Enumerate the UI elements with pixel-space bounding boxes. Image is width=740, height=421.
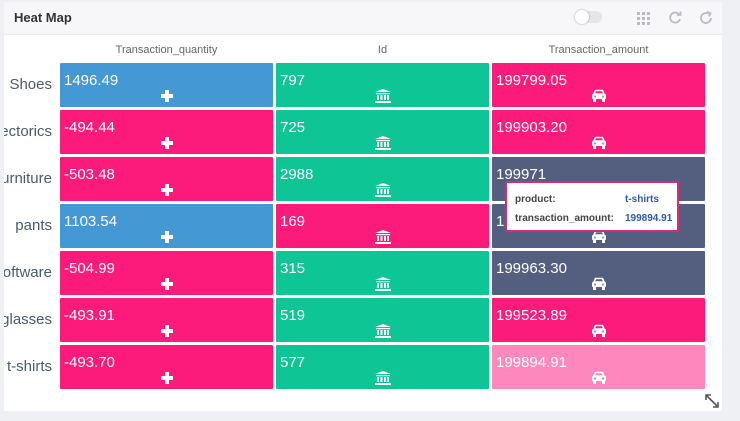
bank-icon <box>374 183 391 197</box>
tooltip: product: t-shirts transaction_amount: 19… <box>505 181 679 232</box>
resize-handle-icon[interactable] <box>704 393 720 409</box>
heatmap-cell[interactable]: 1103.54 <box>60 204 273 248</box>
column-header-quantity: Transaction_quantity <box>115 44 218 56</box>
plus-icon <box>159 371 175 385</box>
heatmap-cell[interactable]: 725 <box>276 110 489 154</box>
row-label: Shoes <box>4 76 52 93</box>
row-label: pants <box>4 217 52 234</box>
cell-value: 2988 <box>280 166 314 183</box>
car-icon <box>591 277 607 291</box>
cell-value: 315 <box>280 260 306 277</box>
cell-value: 199799.05 <box>496 72 567 89</box>
cell-value: 169 <box>280 213 306 230</box>
column-header-id: Id <box>377 44 388 56</box>
heatmap-cell[interactable]: 1496.49 <box>60 63 273 107</box>
panel-header: Heat Map <box>4 2 722 35</box>
toggle-knob <box>575 10 589 24</box>
heatmap-cell[interactable]: 199799.05 <box>492 63 705 107</box>
heatmap-cell[interactable]: 797 <box>276 63 489 107</box>
row-label: t-shirts <box>4 358 52 375</box>
heatmap-cell[interactable]: 199903.20 <box>492 110 705 154</box>
car-icon <box>591 89 607 103</box>
plus-icon <box>159 324 175 338</box>
cell-value: -504.99 <box>64 260 115 277</box>
heatmap-cell[interactable]: -503.48 <box>60 157 273 201</box>
toggle-switch[interactable] <box>575 10 602 24</box>
cell-value: 1496.49 <box>64 72 119 89</box>
cell-value: 725 <box>280 119 306 136</box>
grid-icon[interactable] <box>632 7 654 29</box>
row-label-text: Furniture <box>4 170 52 187</box>
row-label-text: glasses <box>4 311 52 328</box>
heatmap-cell[interactable]: 577 <box>276 345 489 389</box>
row-label-text: Shoes <box>9 76 52 93</box>
bank-icon <box>374 136 391 150</box>
heatmap-cell[interactable]: -494.44 <box>60 110 273 154</box>
cell-value: -503.48 <box>64 166 115 183</box>
tooltip-amount-key: transaction_amount: <box>515 213 614 224</box>
cell-value: -493.91 <box>64 307 115 324</box>
tooltip-product-value: t-shirts <box>625 194 659 205</box>
heatmap-cell[interactable]: 519 <box>276 298 489 342</box>
car-icon <box>591 371 607 385</box>
bank-icon <box>374 324 391 338</box>
cell-value: 519 <box>280 307 306 324</box>
heatmap-cell[interactable]: 169 <box>276 204 489 248</box>
heatmap-cell[interactable]: 199894.91 <box>492 345 705 389</box>
tooltip-product-key: product: <box>515 194 556 205</box>
panel-title: Heat Map <box>14 10 72 25</box>
row-label-text: Electorics <box>4 123 52 140</box>
cell-value: 199523.89 <box>496 307 567 324</box>
cell-value: -493.70 <box>64 354 115 371</box>
row-label-text: pants <box>15 217 52 234</box>
plus-icon <box>159 230 175 244</box>
bank-icon <box>374 277 391 291</box>
tooltip-amount-value: 199894.91 <box>625 213 673 224</box>
heatmap-cell[interactable]: 199963.30 <box>492 251 705 295</box>
row-label: Software <box>4 264 52 281</box>
row-label: Furniture <box>4 170 52 187</box>
bank-icon <box>374 371 391 385</box>
heatmap-cell[interactable]: -493.70 <box>60 345 273 389</box>
row-label: Electorics <box>4 123 52 140</box>
plus-icon <box>159 89 175 103</box>
refresh-icon[interactable] <box>664 7 686 29</box>
heatmap-cell[interactable]: 315 <box>276 251 489 295</box>
car-icon <box>591 136 607 150</box>
plus-icon <box>159 136 175 150</box>
bank-icon <box>374 230 391 244</box>
cell-value: 199963.30 <box>496 260 567 277</box>
cell-value: 1103.54 <box>64 213 118 230</box>
heatmap-cell[interactable]: 2988 <box>276 157 489 201</box>
row-label: glasses <box>4 311 52 328</box>
cell-value: 1 <box>496 213 505 230</box>
plus-icon <box>159 277 175 291</box>
reload-icon[interactable] <box>695 7 717 29</box>
column-header-amount: Transaction_amount <box>548 44 649 56</box>
heatmap-cell[interactable]: 199523.89 <box>492 298 705 342</box>
cell-value: 577 <box>280 354 306 371</box>
row-label-text: Software <box>4 264 52 281</box>
car-icon <box>591 324 607 338</box>
row-label-text: t-shirts <box>7 358 52 375</box>
cell-value: 797 <box>280 72 306 89</box>
plus-icon <box>159 183 175 197</box>
cell-value: -494.44 <box>64 119 115 136</box>
heatmap-cell[interactable]: -493.91 <box>60 298 273 342</box>
car-icon <box>591 230 607 244</box>
bank-icon <box>374 89 391 103</box>
heatmap-cell[interactable]: -504.99 <box>60 251 273 295</box>
cell-value: 199894.91 <box>496 354 567 371</box>
cell-value: 199903.20 <box>496 119 567 136</box>
